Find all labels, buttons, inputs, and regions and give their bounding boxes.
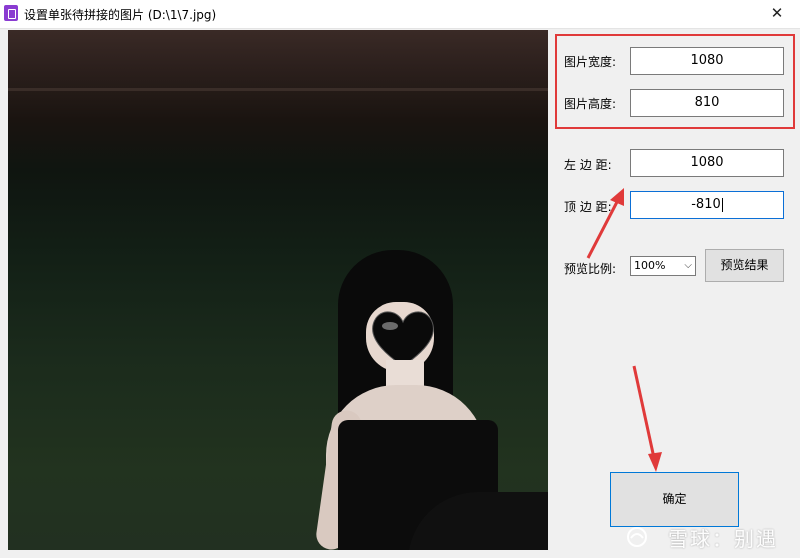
- top-margin-input[interactable]: -810: [630, 191, 784, 219]
- snowball-logo-icon: [627, 527, 647, 547]
- arrow-annotation-confirm-icon: [632, 365, 662, 472]
- title-bar: 设置单张待拼接的图片 (D:\1\7.jpg) ✕: [0, 0, 800, 29]
- arrow-annotation-top-margin-icon: [586, 188, 624, 259]
- left-margin-label: 左 边 距:: [564, 158, 612, 172]
- confirm-button[interactable]: 确定: [610, 472, 739, 527]
- close-icon[interactable]: ✕: [754, 0, 800, 28]
- preview-scale-select[interactable]: 100% ⌵: [630, 256, 696, 276]
- preview-button[interactable]: 预览结果: [705, 249, 784, 282]
- preview-scale-value: 100%: [634, 259, 666, 272]
- height-input[interactable]: 810: [630, 89, 784, 117]
- heart-sticker-icon: [372, 311, 434, 367]
- top-margin-value: -810: [691, 197, 721, 212]
- height-label: 图片高度:: [564, 97, 617, 111]
- width-label: 图片宽度:: [564, 55, 617, 69]
- photo-background-detail: [8, 88, 548, 91]
- text-caret: [721, 197, 723, 212]
- width-input[interactable]: 1080: [630, 47, 784, 75]
- watermark-text: 雪球：别遇: [668, 527, 778, 551]
- left-margin-input[interactable]: 1080: [630, 149, 784, 177]
- image-preview: [8, 30, 548, 550]
- app-icon: [4, 5, 18, 21]
- chevron-down-icon[interactable]: ⌵: [684, 257, 692, 275]
- window-title: 设置单张待拼接的图片 (D:\1\7.jpg): [24, 8, 217, 22]
